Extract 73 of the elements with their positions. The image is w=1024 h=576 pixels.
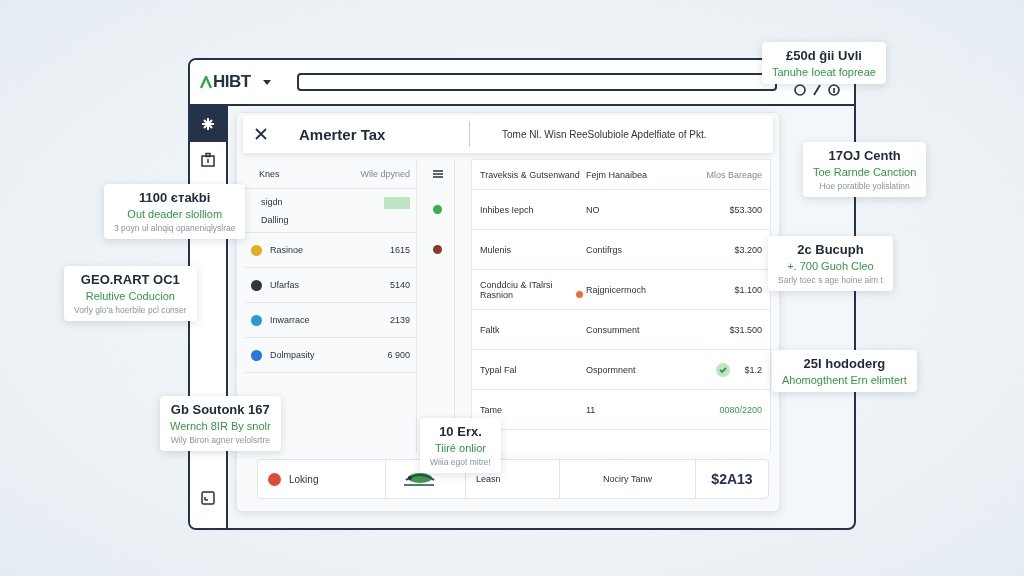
- table-cell-text: Conddciu & ITalrsi Rasnion: [480, 279, 554, 300]
- table-cell: Leasn: [476, 474, 501, 484]
- amount-cell: $1.100: [734, 284, 762, 295]
- row-label: Inwarrace: [270, 315, 310, 325]
- table-cell-text: Consumment: [586, 324, 641, 335]
- callout-note: Vorly glo'a hoerbile pcl conser: [74, 305, 187, 315]
- column-header: Knes: [258, 168, 280, 179]
- callout-subtitle: +. 700 Guoh Cleo: [787, 260, 874, 272]
- amount-cell: $3.200: [734, 244, 762, 255]
- row-value: 6 900: [387, 350, 410, 360]
- callout-note: Sarly toec s age hoine aim t: [778, 275, 883, 285]
- close-icon[interactable]: [255, 128, 267, 140]
- callout-subtitle: Relutive Coducion: [85, 290, 175, 302]
- table-cell-text: Contifrgs: [586, 244, 623, 255]
- row-value: 5140: [389, 280, 410, 290]
- row-label: Rasinoe: [270, 245, 304, 255]
- menu-icon[interactable]: [432, 170, 443, 178]
- callout-title: GEO.RART OC1: [80, 272, 180, 287]
- record-icon: [268, 472, 281, 486]
- table-cell: Nociry Tanw: [603, 474, 652, 484]
- column-header: Wile dpyned: [360, 168, 410, 179]
- window-icon: [200, 490, 216, 506]
- callout-title: 17OJ Centh: [828, 148, 901, 163]
- table-cell-text: 11: [586, 404, 597, 415]
- amount-cell: $31.500: [729, 324, 762, 335]
- logo-text: HIBT: [213, 72, 251, 92]
- caret-icon[interactable]: [262, 79, 271, 85]
- row-value: 2139: [389, 315, 410, 325]
- column-header: Mlos Bareage: [705, 169, 762, 180]
- callout-title: 10 Erx.: [439, 424, 482, 439]
- callout-subtitle: Out deader slolliom: [127, 208, 223, 220]
- info-icon[interactable]: [828, 84, 840, 96]
- callout-note: 3 poyn ul alnqiq opaneniqlyslrae: [114, 223, 236, 233]
- table-cell-text: Inhibes Iepch: [480, 204, 535, 215]
- row-value: 1615: [389, 245, 410, 255]
- row-label: sigdn: [261, 196, 284, 207]
- callout-subtitle: Tiiré onlior: [435, 442, 486, 454]
- total-amount: $2A13: [711, 471, 753, 487]
- sidebar-item[interactable]: [190, 106, 226, 142]
- table-cell-text: NO: [586, 204, 601, 215]
- progress-bar: [384, 197, 410, 209]
- callout-title: Gb Soutonk 167: [170, 402, 270, 417]
- panel-subtitle: Tome Nl. Wisn ReeSolubiole Apdelfiate of Pkt.: [502, 128, 707, 140]
- column-header: Fejm Hanaibea: [586, 169, 649, 180]
- callout-subtitle: Wernch 8IR By snolr: [170, 420, 271, 432]
- callout-subtitle: Ahomogthent Ern elimtert: [782, 374, 907, 386]
- briefcase-icon: [200, 152, 216, 168]
- panel-title: Amerter Tax: [298, 125, 387, 143]
- logo-mark-icon: [200, 75, 212, 89]
- table-cell-text: Rajgnicermoch: [586, 284, 648, 295]
- callout-subtitle: Toe Rarnde Canction: [813, 166, 917, 178]
- row-label: Dolmpasity: [270, 350, 315, 360]
- callout-subtitle: Tanuhe Ioeat fopreae: [772, 66, 876, 78]
- column-header: Traveksis & Gutsenwand: [480, 169, 581, 180]
- table-cell-text: Tame: [480, 404, 503, 415]
- callout-note: Hoe poratible yolislatinn: [819, 181, 910, 191]
- row-label: Dalling: [261, 214, 289, 225]
- row-label: Loking: [289, 473, 319, 485]
- callout-note: Wily Biron agner velolsrtre: [170, 435, 270, 445]
- callout-title: £50d ĝii Uvli: [786, 48, 862, 63]
- callout-title: 25I hododerg: [803, 356, 886, 371]
- table-cell-text: Faltk: [480, 324, 501, 335]
- table-cell-text: Typal Fal: [480, 364, 518, 375]
- callout-title: 1100 єтаkbi: [139, 190, 211, 205]
- amount-cell: $53.300: [729, 204, 762, 215]
- row-label: Ufarfas: [270, 280, 299, 290]
- amount-cell: 0080/2200: [719, 404, 762, 415]
- callout-note: Wiiia egot mitre!: [430, 457, 491, 467]
- asterisk-icon: [201, 117, 215, 131]
- callout-title: 2c Bucuph: [797, 242, 864, 257]
- amount-cell: $1.2: [744, 364, 762, 375]
- table-cell-text: Mulenis: [480, 244, 512, 255]
- table-cell-text: Ospormnent: [586, 364, 637, 375]
